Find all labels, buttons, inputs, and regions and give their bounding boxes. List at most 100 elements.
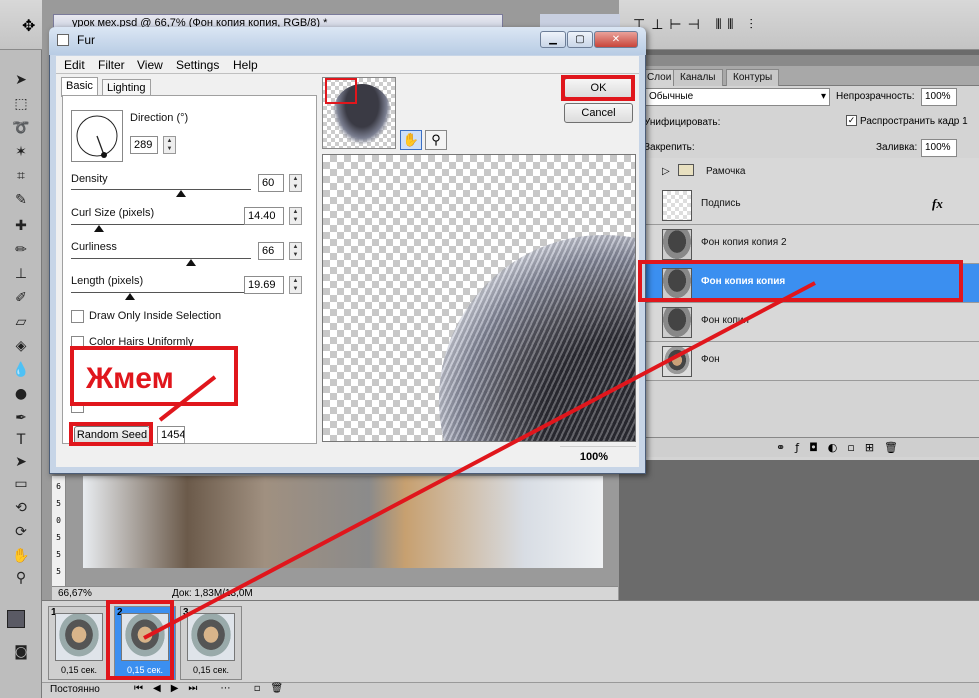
hand-tool-icon[interactable]: ✋ xyxy=(10,546,32,566)
annotation-label: Жмем xyxy=(70,346,238,406)
zoom-tool-icon[interactable]: ⚲ xyxy=(10,568,32,588)
shape-tool-icon[interactable]: ▭ xyxy=(10,474,32,494)
expand-triangle-icon[interactable]: ▷ xyxy=(662,166,670,177)
density-input[interactable]: 60 xyxy=(258,174,284,192)
loop-select[interactable]: Постоянно xyxy=(50,684,100,695)
type-tool-icon[interactable]: T xyxy=(10,430,32,450)
crop-tool-icon[interactable]: ⌗ xyxy=(10,166,32,186)
path-select-icon[interactable]: ➤ xyxy=(10,452,32,472)
paint-bucket-icon[interactable]: ◈ xyxy=(10,336,32,356)
layer-row[interactable]: ▷ Рамочка xyxy=(640,158,979,188)
layers-bottom-bar: ⚭ƒ◘◐▫⊞🗑 xyxy=(640,437,979,457)
layer-row[interactable]: Подпись fx xyxy=(640,186,979,225)
propagate-checkbox[interactable]: ✓ xyxy=(846,115,857,126)
healing-brush-icon[interactable]: ✚ xyxy=(10,216,32,236)
density-spinner[interactable]: ▲ ▼ xyxy=(289,174,302,192)
curliness-slider-track[interactable] xyxy=(71,258,251,259)
menu-settings[interactable]: Settings xyxy=(176,58,219,72)
menu-edit[interactable]: Edit xyxy=(64,58,85,72)
annotation-box-layer xyxy=(638,260,963,302)
3d-rotate-icon[interactable]: ⟲ xyxy=(10,498,32,518)
animation-frame[interactable]: 1 0,15 сек. xyxy=(48,606,110,680)
dialog-title: Fur xyxy=(77,33,95,47)
blur-tool-icon[interactable]: 💧 xyxy=(10,360,32,380)
direction-dial[interactable] xyxy=(71,110,123,162)
layer-row[interactable]: Фон копия xyxy=(640,303,979,342)
magic-wand-icon[interactable]: ✶ xyxy=(10,142,32,162)
curliness-slider-thumb[interactable] xyxy=(186,259,196,266)
animation-frame[interactable]: 3 0,15 сек. xyxy=(180,606,242,680)
layer-action-icons[interactable]: ⚭ƒ◘◐▫⊞🗑 xyxy=(776,441,908,454)
density-slider-track[interactable] xyxy=(71,189,251,190)
curliness-spinner[interactable]: ▲ ▼ xyxy=(289,242,302,260)
draw-inside-selection-checkbox[interactable] xyxy=(71,310,84,323)
opacity-label: Непрозрачность: xyxy=(836,91,915,102)
close-button[interactable]: ✕ xyxy=(594,31,638,48)
layer-thumbnail xyxy=(662,307,692,338)
frame-delay[interactable]: 0,15 сек. xyxy=(49,665,109,675)
frame-thumbnail xyxy=(187,613,235,661)
status-bar: 66,67% Док: 1,83М/13,0М xyxy=(52,586,618,600)
curl-size-input[interactable]: 14.40 xyxy=(244,207,284,225)
curl-size-slider-thumb[interactable] xyxy=(94,225,104,232)
panel-tabs: Слои Каналы Контуры xyxy=(640,66,979,86)
menu-help[interactable]: Help xyxy=(233,58,258,72)
curl-size-label: Curl Size (pixels) xyxy=(71,207,155,219)
fx-icon[interactable]: fx xyxy=(932,196,943,212)
layer-row[interactable]: Фон копия копия 2 xyxy=(640,225,979,264)
align-icons[interactable]: ⊤⊥⊢⊣ ⫴⫴ ⫶ xyxy=(633,16,759,33)
toolbox: ➤ ⬚ ➰ ✶ ⌗ ✎ ✚ ✏ ⊥ ✐ ▱ ◈ 💧 ● ✒ T ➤ ▭ ⟲ ⟳ … xyxy=(0,50,42,698)
pen-tool-icon[interactable]: ✒ xyxy=(10,408,32,428)
length-spinner[interactable]: ▲ ▼ xyxy=(289,276,302,294)
preview-area[interactable] xyxy=(322,154,636,442)
preview-zoom: 100% xyxy=(560,446,636,466)
frame-delay[interactable]: 0,15 сек. xyxy=(181,665,241,675)
hand-tool-icon[interactable]: ✋ xyxy=(400,130,422,150)
dialog-menubar: Edit Filter View Settings Help xyxy=(56,56,639,74)
playback-icons[interactable]: ⏮◀▶⏭ ⋯ ▫🗑 xyxy=(134,683,293,694)
density-slider-thumb[interactable] xyxy=(176,190,186,197)
folder-icon xyxy=(678,164,694,176)
density-label: Density xyxy=(71,173,108,185)
layer-name: Фон xyxy=(701,354,720,365)
layer-row[interactable]: Фон xyxy=(640,342,979,381)
marquee-tool-icon[interactable]: ⬚ xyxy=(10,94,32,114)
blend-mode-value: Обычные xyxy=(649,91,694,102)
curliness-input[interactable]: 66 xyxy=(258,242,284,260)
direction-spinner[interactable]: ▲ ▼ xyxy=(163,136,176,154)
brush-tool-icon[interactable]: ✏ xyxy=(10,240,32,260)
blend-mode-select[interactable]: Обычные ▾ xyxy=(644,88,830,106)
menu-filter[interactable]: Filter xyxy=(98,58,125,72)
length-slider-thumb[interactable] xyxy=(125,293,135,300)
stamp-tool-icon[interactable]: ⊥ xyxy=(10,264,32,284)
opacity-input[interactable]: 100% xyxy=(921,88,957,106)
lasso-tool-icon[interactable]: ➰ xyxy=(10,118,32,138)
length-slider-track[interactable] xyxy=(71,292,251,293)
minimize-button[interactable]: ▁ xyxy=(540,31,566,48)
ruler-mark: 5 xyxy=(56,533,61,542)
random-seed-input[interactable]: 1454 xyxy=(157,426,185,444)
move-tool-icon[interactable]: ✥ xyxy=(22,16,35,36)
direction-input[interactable]: 289 xyxy=(130,136,158,154)
maximize-button[interactable]: ▢ xyxy=(567,31,593,48)
eyedropper-icon[interactable]: ✎ xyxy=(10,190,32,210)
tab-channels[interactable]: Каналы xyxy=(673,69,723,86)
eraser-tool-icon[interactable]: ▱ xyxy=(10,312,32,332)
tab-paths[interactable]: Контуры xyxy=(726,69,780,86)
doc-status[interactable]: Док: 1,83М/13,0М xyxy=(172,588,253,599)
tab-basic[interactable]: Basic xyxy=(61,77,98,97)
menu-view[interactable]: View xyxy=(137,58,163,72)
zoom-status[interactable]: 66,67% xyxy=(58,588,92,599)
zoom-tool-icon[interactable]: ⚲ xyxy=(425,130,447,150)
curl-size-spinner[interactable]: ▲ ▼ xyxy=(289,207,302,225)
dodge-tool-icon[interactable]: ● xyxy=(10,384,32,404)
length-input[interactable]: 19.69 xyxy=(244,276,284,294)
move-tool-icon[interactable]: ➤ xyxy=(10,70,32,90)
3d-orbit-icon[interactable]: ⟳ xyxy=(10,522,32,542)
foreground-color-swatch[interactable] xyxy=(7,610,25,628)
fill-input[interactable]: 100% xyxy=(921,139,957,157)
cancel-button[interactable]: Cancel xyxy=(564,103,633,123)
quick-mask-icon[interactable]: ◙ xyxy=(10,642,32,662)
history-brush-icon[interactable]: ✐ xyxy=(10,288,32,308)
canvas-image[interactable] xyxy=(83,476,603,568)
